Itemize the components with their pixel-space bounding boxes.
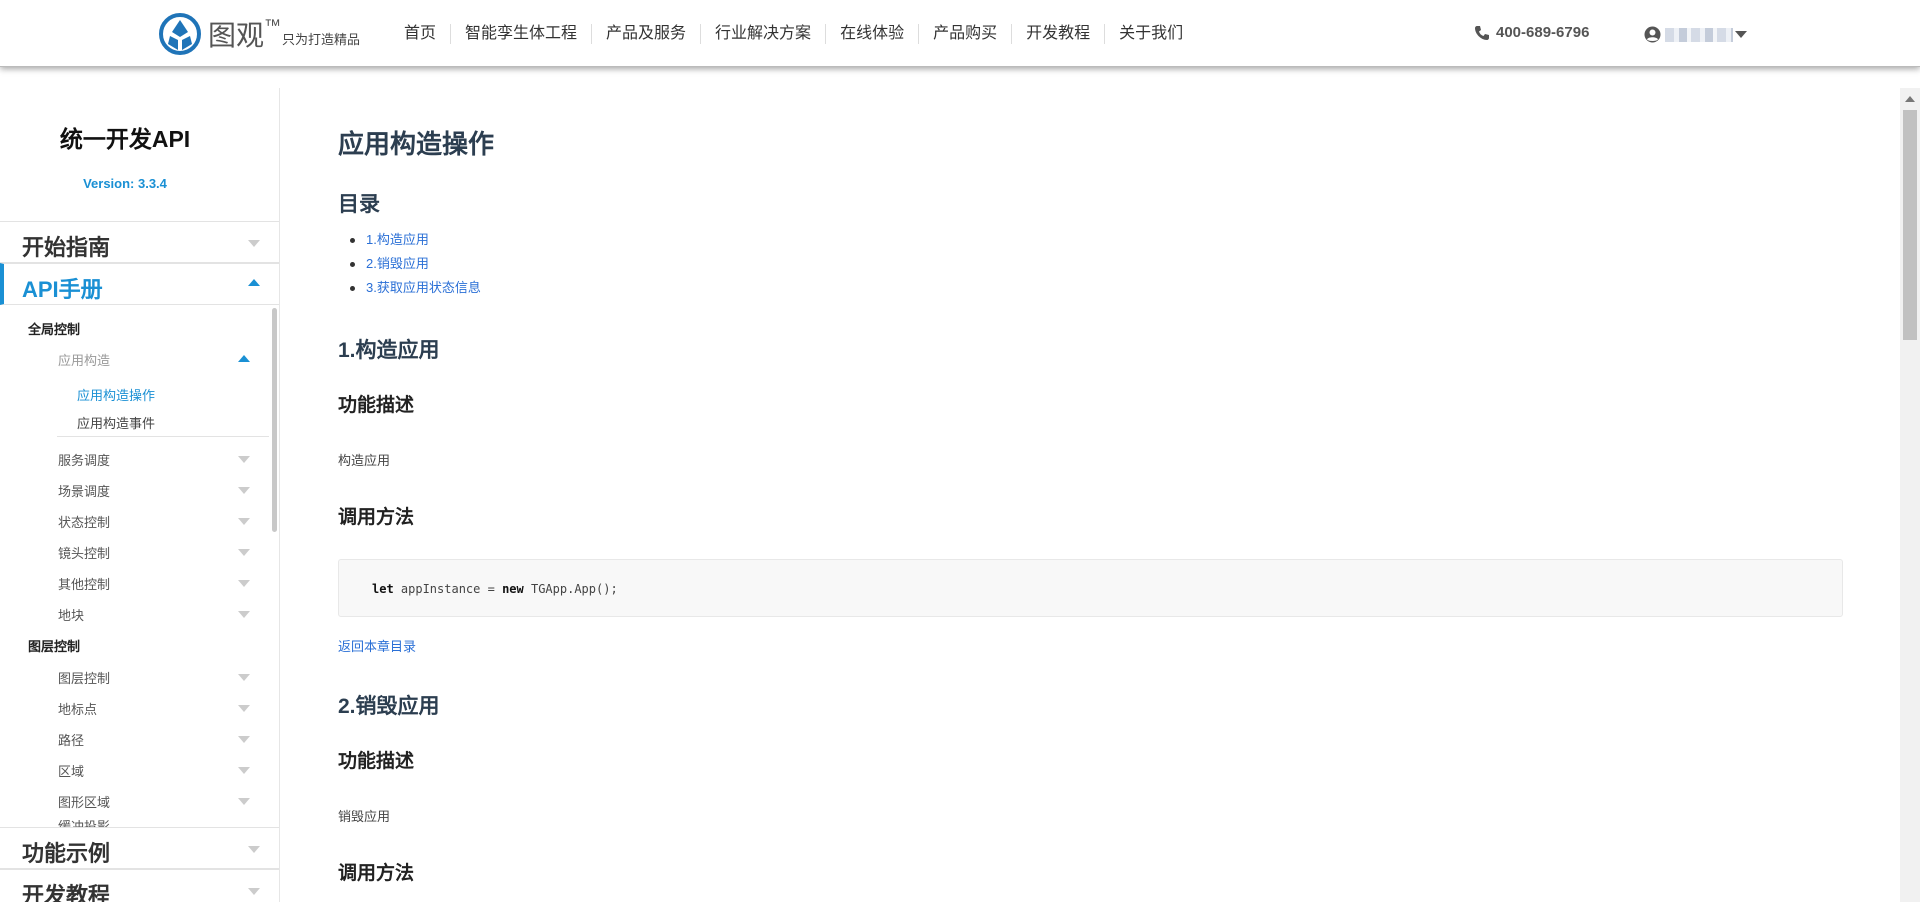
subheading-description: 功能描述	[338, 395, 415, 416]
toc-heading: 目录	[338, 193, 380, 216]
logo-trademark: ™	[264, 16, 282, 35]
toc-link-destroy[interactable]: 2.销毁应用	[348, 252, 481, 276]
code-line: let appInstance = new TGApp.App();	[372, 582, 618, 596]
sidebar-section-api-manual[interactable]: API手册	[0, 263, 279, 305]
sidebar: 统一开发API Version: 3.3.4 开始指南 API手册 全局控制 应…	[0, 88, 280, 902]
logo[interactable]: 图观 ™ 只为打造精品	[158, 12, 360, 56]
nav-about[interactable]: 关于我们	[1104, 23, 1197, 44]
username-redacted	[1665, 27, 1733, 42]
chevron-down-icon[interactable]	[238, 705, 250, 712]
sidebar-item-other[interactable]: 其他控制	[58, 574, 110, 593]
sidebar-item-parcel[interactable]: 地块	[58, 605, 84, 624]
chevron-down-icon[interactable]	[238, 518, 250, 525]
nav-products[interactable]: 产品及服务	[591, 23, 700, 44]
sidebar-section-tutorials[interactable]: 开发教程	[0, 869, 279, 902]
chevron-down-icon	[248, 888, 260, 895]
section-label: 开始指南	[22, 235, 111, 260]
chevron-up-icon[interactable]	[238, 355, 250, 362]
sidebar-item-state[interactable]: 状态控制	[58, 512, 110, 531]
section-label: 开发教程	[22, 883, 111, 902]
nav-tutorials[interactable]: 开发教程	[1011, 23, 1104, 44]
section-label: API手册	[22, 277, 103, 302]
subheading-description: 功能描述	[338, 751, 415, 772]
nav-online-demo[interactable]: 在线体验	[825, 23, 918, 44]
phone-number: 400-689-6796	[1474, 24, 1589, 41]
top-header: 图观 ™ 只为打造精品 首页 智能孪生体工程 产品及服务 行业解决方案 在线体验…	[0, 0, 1920, 67]
chevron-down-icon[interactable]	[238, 611, 250, 618]
chevron-down-icon[interactable]	[238, 736, 250, 743]
chevron-down-icon[interactable]	[238, 549, 250, 556]
section-label: 功能示例	[22, 841, 111, 866]
version-label: Version: 3.3.4	[83, 176, 167, 191]
chevron-down-icon[interactable]	[238, 767, 250, 774]
chevron-down-icon[interactable]	[238, 456, 250, 463]
toc-link-status[interactable]: 3.获取应用状态信息	[348, 276, 481, 300]
divider	[57, 436, 269, 437]
chevron-down-icon[interactable]	[1735, 31, 1747, 38]
sidebar-item-buffer-projection[interactable]: 缓冲投影	[58, 820, 110, 827]
chevron-down-icon	[248, 240, 260, 247]
phone-text: 400-689-6796	[1496, 24, 1590, 41]
user-menu[interactable]	[1644, 26, 1747, 43]
sidebar-sub-construct-events[interactable]: 应用构造事件	[77, 413, 155, 432]
toc-list: 1.构造应用 2.销毁应用 3.获取应用状态信息	[348, 228, 481, 300]
nav-solutions[interactable]: 行业解决方案	[700, 23, 825, 44]
page-title: 应用构造操作	[338, 129, 495, 159]
sidebar-item-camera[interactable]: 镜头控制	[58, 543, 110, 562]
sidebar-item-landmark[interactable]: 地标点	[58, 699, 97, 718]
chevron-up-icon	[248, 279, 260, 286]
chevron-down-icon[interactable]	[238, 487, 250, 494]
user-avatar-icon	[1644, 26, 1661, 43]
chevron-down-icon[interactable]	[238, 798, 250, 805]
sidebar-item-path[interactable]: 路径	[58, 730, 84, 749]
nav-purchase[interactable]: 产品购买	[918, 23, 1011, 44]
page-scrollbar[interactable]	[1900, 88, 1920, 902]
sidebar-group-layer[interactable]: 图层控制	[28, 636, 80, 655]
sidebar-sub-construct-ops[interactable]: 应用构造操作	[77, 385, 155, 404]
toc-link-construct[interactable]: 1.构造应用	[348, 228, 481, 252]
sidebar-item-region[interactable]: 区域	[58, 761, 84, 780]
back-to-toc-link[interactable]: 返回本章目录	[338, 636, 416, 655]
code-keyword: new	[502, 582, 524, 596]
code-text: appInstance =	[393, 582, 503, 596]
logo-slogan: 只为打造精品	[282, 32, 361, 47]
sidebar-group-global[interactable]: 全局控制	[28, 319, 80, 338]
sidebar-item-app-construct[interactable]: 应用构造	[58, 350, 110, 369]
sidebar-section-getting-started[interactable]: 开始指南	[0, 221, 279, 263]
subheading-method: 调用方法	[338, 507, 415, 528]
sidebar-scrollbar[interactable]	[272, 308, 277, 532]
code-keyword: let	[372, 582, 394, 596]
chevron-down-icon	[248, 846, 260, 853]
sidebar-item-layer-control[interactable]: 图层控制	[58, 668, 110, 687]
main-content: 应用构造操作 目录 1.构造应用 2.销毁应用 3.获取应用状态信息 1.构造应…	[338, 88, 1843, 902]
sidebar-item-shape-region[interactable]: 图形区域	[58, 792, 110, 811]
logo-icon	[159, 13, 201, 55]
chevron-down-icon[interactable]	[238, 580, 250, 587]
sidebar-section-examples[interactable]: 功能示例	[0, 827, 279, 869]
scrollbar-thumb[interactable]	[1903, 110, 1917, 340]
subheading-method: 调用方法	[338, 863, 415, 884]
description-text: 构造应用	[338, 453, 391, 468]
sidebar-title: 统一开发API	[59, 126, 191, 152]
chevron-down-icon[interactable]	[238, 674, 250, 681]
code-text: TGApp.App();	[523, 582, 618, 596]
description-text: 销毁应用	[338, 809, 391, 824]
phone-icon	[1475, 25, 1489, 40]
main-nav: 首页 智能孪生体工程 产品及服务 行业解决方案 在线体验 产品购买 开发教程 关…	[390, 0, 1197, 67]
sidebar-item-service[interactable]: 服务调度	[58, 450, 110, 469]
logo-name: 图观	[208, 20, 265, 51]
nav-home[interactable]: 首页	[390, 24, 450, 44]
sidebar-item-scene[interactable]: 场景调度	[58, 481, 110, 500]
nav-digital-twin[interactable]: 智能孪生体工程	[450, 23, 591, 44]
section-heading-construct: 1.构造应用	[338, 339, 440, 362]
code-block: let appInstance = new TGApp.App();	[338, 559, 1843, 617]
scroll-up-arrow-icon[interactable]	[1905, 96, 1915, 102]
section-heading-destroy: 2.销毁应用	[338, 695, 440, 718]
